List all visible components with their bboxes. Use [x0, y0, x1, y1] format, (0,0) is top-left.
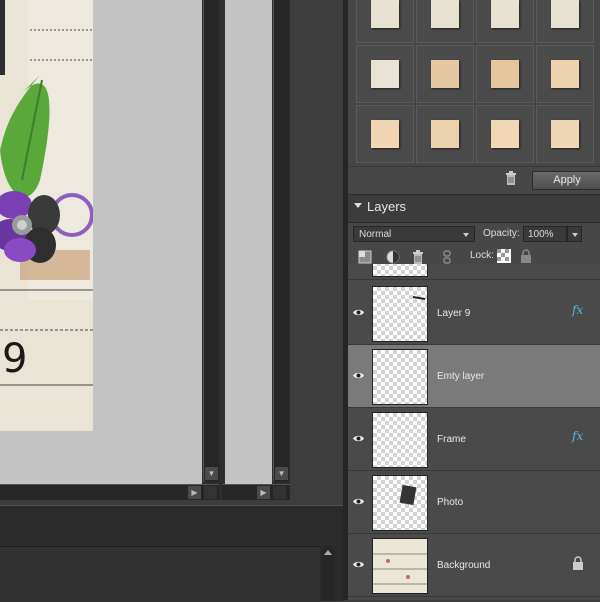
layer-thumbnail	[372, 538, 428, 594]
effect-thumbnail[interactable]	[536, 45, 594, 103]
second-document-window: ▼ ▶	[222, 0, 290, 500]
scrapbook-artwork: 9	[0, 0, 93, 431]
effect-swatch	[431, 120, 459, 148]
link-icon[interactable]	[440, 250, 454, 264]
horizontal-scrollbar[interactable]: ▶	[222, 484, 290, 500]
layer-thumbnail	[372, 286, 428, 342]
layer-row[interactable]: Frame fx	[348, 408, 600, 471]
layer-style-fx-icon[interactable]: fx	[572, 303, 583, 317]
trash-icon[interactable]	[411, 250, 425, 264]
effect-thumbnail[interactable]	[416, 0, 474, 43]
layer-style-fx-icon[interactable]: fx	[572, 429, 583, 443]
lock-transparent-icon[interactable]	[497, 249, 511, 263]
effect-thumbnail[interactable]	[476, 45, 534, 103]
eye-icon[interactable]	[352, 432, 365, 445]
layers-panel-title: Layers	[367, 199, 407, 214]
layer-name: Photo	[437, 497, 464, 508]
document-image[interactable]: 9	[0, 0, 93, 431]
chevron-down-icon[interactable]	[463, 233, 469, 237]
layer-name: Layer 9	[437, 308, 471, 319]
adjustment-icon[interactable]	[386, 250, 400, 264]
opacity-label: Opacity:	[483, 228, 520, 239]
collapse-triangle-icon[interactable]	[354, 203, 362, 208]
effect-thumbnail[interactable]	[536, 0, 594, 43]
resize-grip-icon[interactable]	[204, 486, 217, 499]
layer-row[interactable]: Photo	[348, 471, 600, 534]
effect-thumbnail[interactable]	[476, 105, 534, 163]
vertical-scrollbar[interactable]: ▼	[273, 0, 289, 482]
layers-list[interactable]: Layer 9 fx Emty layer Frame fx Photo Backgroun…	[348, 264, 600, 600]
effect-swatch	[371, 60, 399, 88]
effect-swatch	[371, 120, 399, 148]
effect-thumbnail[interactable]	[476, 0, 534, 43]
lock-icon[interactable]	[519, 249, 533, 263]
effect-swatch	[431, 0, 459, 28]
effect-thumbnail[interactable]	[416, 105, 474, 163]
layer-name: Background	[437, 560, 491, 571]
effect-thumbnail[interactable]	[416, 45, 474, 103]
scroll-down-arrow-icon[interactable]: ▼	[275, 467, 288, 480]
effect-thumbnail[interactable]	[536, 105, 594, 163]
effect-thumbnail[interactable]	[356, 0, 414, 43]
trash-icon[interactable]	[504, 171, 518, 185]
scroll-right-arrow-icon[interactable]: ▶	[188, 486, 201, 499]
effect-swatch	[491, 60, 519, 88]
project-bin-scrollbar[interactable]	[321, 546, 335, 601]
opacity-field[interactable]: 100%	[523, 226, 567, 242]
layer-name: Emty layer	[437, 371, 485, 382]
chevron-down-icon[interactable]	[572, 233, 578, 237]
resize-grip-icon[interactable]	[273, 486, 286, 499]
scroll-up-arrow-icon[interactable]	[324, 550, 332, 555]
layer-thumbnail	[372, 412, 428, 468]
effects-thumbnail-grid	[356, 0, 600, 163]
effect-swatch	[491, 120, 519, 148]
effect-swatch	[371, 0, 399, 28]
layer-row[interactable]: Background	[348, 534, 600, 597]
scroll-right-arrow-icon[interactable]: ▶	[257, 486, 270, 499]
scroll-down-arrow-icon[interactable]: ▼	[205, 467, 218, 480]
effect-thumbnail[interactable]	[356, 45, 414, 103]
eye-icon[interactable]	[352, 495, 365, 508]
project-bin-content[interactable]	[0, 546, 320, 602]
svg-text:9: 9	[2, 336, 27, 382]
apply-button[interactable]: Apply	[532, 171, 600, 190]
effect-thumbnail[interactable]	[356, 105, 414, 163]
project-bin	[0, 505, 343, 602]
effect-swatch	[551, 60, 579, 88]
layer-row[interactable]: Emty layer	[348, 345, 600, 408]
layer-thumbnail	[372, 475, 428, 531]
effect-swatch	[431, 60, 459, 88]
horizontal-scrollbar[interactable]: ▶	[0, 484, 219, 500]
layer-thumbnail	[372, 264, 428, 277]
vertical-scrollbar[interactable]: ▼	[203, 0, 219, 482]
lock-label: Lock:	[470, 250, 494, 261]
layer-row[interactable]: Layer 9 fx	[348, 282, 600, 345]
canvas-background[interactable]	[225, 0, 272, 484]
canvas-background[interactable]: 9	[0, 0, 202, 484]
new-layer-icon[interactable]	[358, 250, 372, 264]
layer-row-partial[interactable]	[348, 264, 600, 280]
document-window: 9 ▼ ▶	[0, 0, 222, 500]
eye-icon[interactable]	[352, 558, 365, 571]
eye-icon[interactable]	[352, 369, 365, 382]
effect-swatch	[551, 0, 579, 28]
blend-mode-select[interactable]: Normal	[353, 226, 475, 242]
layer-name: Frame	[437, 434, 466, 445]
effect-swatch	[551, 120, 579, 148]
layer-thumbnail	[372, 349, 428, 405]
lock-icon	[571, 556, 585, 570]
eye-icon[interactable]	[352, 306, 365, 319]
effect-swatch	[491, 0, 519, 28]
